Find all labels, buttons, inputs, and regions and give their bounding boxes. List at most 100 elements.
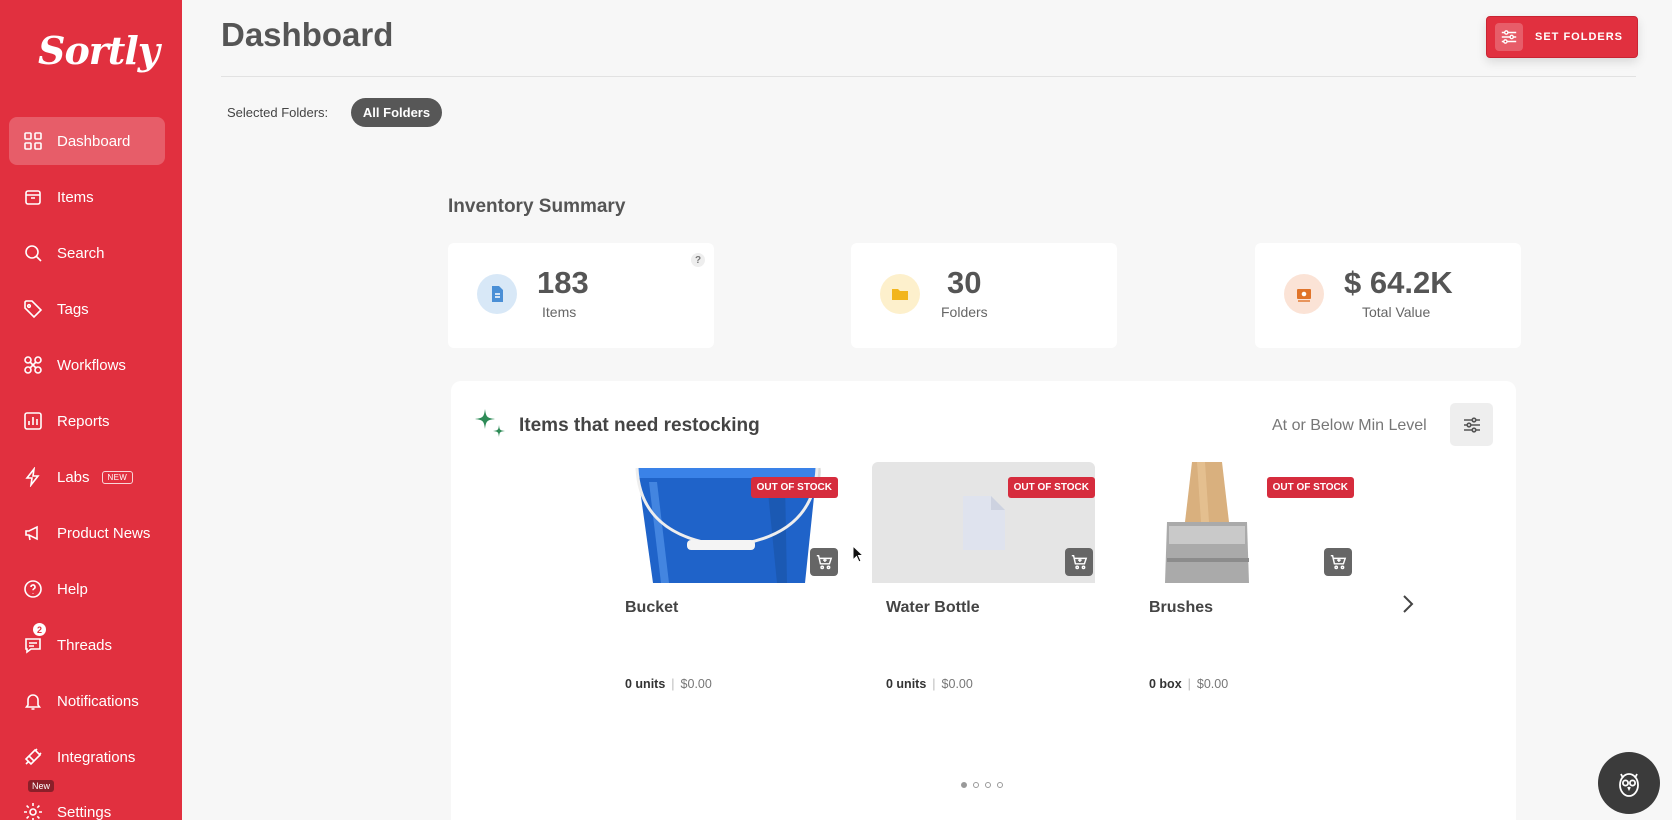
sidebar-item-label: Help [57,580,88,598]
folder-icon [880,274,920,314]
chat-icon [23,635,43,655]
divider: | [671,677,675,691]
sidebar-item-label: Search [57,244,105,262]
chat-widget-button[interactable] [1598,752,1660,814]
summary-card-folders[interactable]: 30 Folders [851,243,1117,348]
sidebar-item-notifications[interactable]: Notifications [9,677,165,725]
sliders-icon [1495,23,1523,51]
filter-button[interactable] [1450,403,1493,446]
chevron-right-icon [1403,595,1414,613]
sidebar-item-product-news[interactable]: Product News [9,509,165,557]
grid-icon [23,131,43,151]
item-quantity: 0 units [886,677,927,691]
sidebar-item-reports[interactable]: Reports [9,397,165,445]
new-badge: NEW [101,470,134,484]
summary-label: Items [542,304,577,320]
money-icon [1284,274,1324,314]
item-quantity: 0 units [625,677,666,691]
carousel-next-button[interactable] [1398,592,1418,616]
summary-card-items[interactable]: 183 Items ? [448,243,714,348]
sidebar-item-settings[interactable]: New Settings [9,780,165,820]
restock-item-card[interactable]: OUT OF STOCK Bucket 0 units | $0.00 [617,462,840,691]
sidebar-item-labs[interactable]: Labs NEW [9,453,165,501]
item-image[interactable]: OUT OF STOCK [872,462,1095,583]
carousel-dot[interactable] [997,782,1003,788]
folder-chip-all[interactable]: All Folders [351,98,442,127]
out-of-stock-badge: OUT OF STOCK [1007,477,1095,498]
help-icon [23,579,43,599]
summary-value: $ 64.2K [1344,265,1453,300]
item-name[interactable]: Brushes [1149,599,1213,617]
item-quantity: 0 box [1149,677,1182,691]
summary-card-total-value[interactable]: $ 64.2K Total Value [1255,243,1521,348]
mouse-cursor [852,545,864,563]
carousel-pagination [961,782,1003,788]
tag-icon [23,299,43,319]
reports-icon [23,411,43,431]
sidebar-item-integrations[interactable]: Integrations [9,733,165,781]
summary-label: Folders [941,304,988,320]
item-meta: 0 units | $0.00 [625,677,712,691]
cart-icon [1330,554,1347,570]
new-badge: New [28,780,55,792]
sidebar-item-label: Settings [57,803,112,820]
carousel-dot[interactable] [985,782,991,788]
sidebar-item-label: Threads [57,636,113,654]
sparkle-icon [475,409,505,437]
divider: | [932,677,936,691]
sidebar-item-tags[interactable]: Tags [9,285,165,333]
sidebar-item-workflows[interactable]: Workflows [9,341,165,389]
set-folders-label: SET FOLDERS [1535,31,1624,43]
help-icon[interactable]: ? [691,253,705,267]
sidebar-item-label: Reports [57,412,110,430]
sidebar-item-dashboard[interactable]: Dashboard [9,117,165,165]
gear-icon [23,802,43,820]
summary-value: 183 [537,265,589,300]
set-folders-button[interactable]: SET FOLDERS [1486,16,1638,58]
item-price: $0.00 [680,677,712,691]
carousel-dot[interactable] [961,782,967,788]
megaphone-icon [23,523,43,543]
item-price: $0.00 [1196,677,1229,691]
out-of-stock-badge: OUT OF STOCK [1266,477,1354,498]
summary-label: Total Value [1362,304,1431,320]
restock-panel: Items that need restocking At or Below M… [451,381,1516,820]
sidebar-item-label: Dashboard [57,132,131,150]
item-image[interactable]: OUT OF STOCK [1131,462,1354,583]
sidebar-item-search[interactable]: Search [9,229,165,277]
owl-icon [1619,773,1639,797]
sidebar-item-label: Workflows [57,356,126,374]
out-of-stock-badge: OUT OF STOCK [750,477,838,498]
item-price: $0.00 [941,677,973,691]
plug-icon [23,747,43,767]
sidebar-item-help[interactable]: Help [9,565,165,613]
restock-item-card[interactable]: OUT OF STOCK Water Bottle 0 units | $0.00 [872,462,1095,691]
sidebar: Sortly Dashboard Items Search Tags Workf… [0,0,182,820]
add-to-cart-button[interactable] [1065,548,1093,576]
item-image[interactable]: OUT OF STOCK [617,462,840,583]
sidebar-item-label: Tags [57,300,89,318]
item-meta: 0 units | $0.00 [886,677,973,691]
search-icon [23,243,43,263]
cart-icon [1071,554,1088,570]
add-to-cart-button[interactable] [810,548,838,576]
workflows-icon [23,355,43,375]
sortly-logo[interactable]: Sortly [38,28,160,73]
sidebar-item-items[interactable]: Items [9,173,165,221]
selected-folders-label: Selected Folders: [227,105,329,120]
item-name[interactable]: Bucket [625,599,678,617]
threads-count-badge: 2 [33,623,46,636]
sidebar-item-threads[interactable]: 2 Threads [9,621,165,669]
carousel-dot[interactable] [973,782,979,788]
inventory-summary-title: Inventory Summary [448,196,626,217]
box-icon [23,187,43,207]
header-divider [221,76,1636,77]
sidebar-item-label: Integrations [57,748,136,766]
sidebar-item-label: Labs [57,468,90,486]
page-title: Dashboard [221,16,394,53]
restock-item-card[interactable]: OUT OF STOCK Brushes 0 box | $0.00 [1131,462,1354,691]
item-name[interactable]: Water Bottle [886,599,980,617]
restock-filter-label: At or Below Min Level [1272,417,1427,434]
divider: | [1187,677,1191,691]
add-to-cart-button[interactable] [1324,548,1352,576]
